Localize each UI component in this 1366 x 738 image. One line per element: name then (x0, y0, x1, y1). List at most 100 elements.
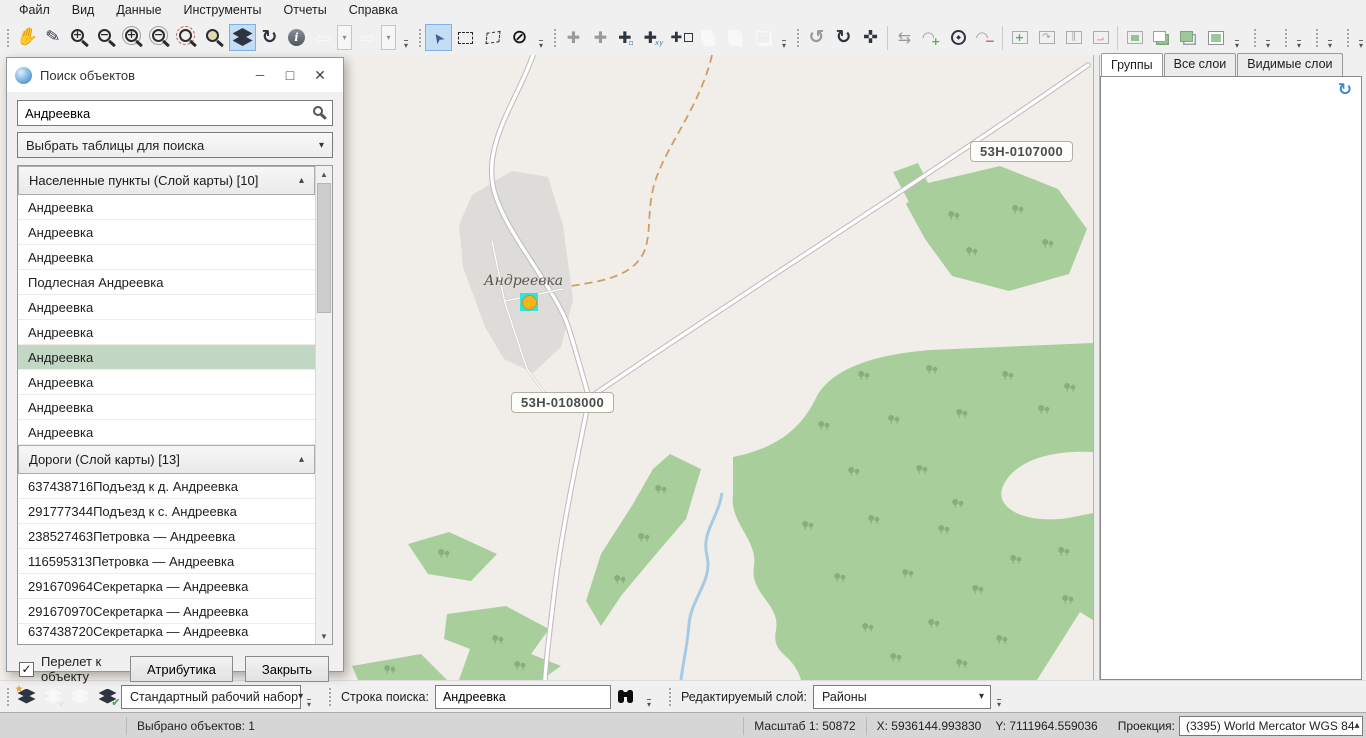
search-section-header[interactable]: Дороги (Слой карты) [13]▴ (18, 445, 315, 474)
search-result-item[interactable]: Андреевка (18, 345, 315, 370)
close-button[interactable]: Закрыть (245, 656, 329, 682)
search-result-item[interactable]: Андреевка (18, 395, 315, 420)
toolbar-grip[interactable] (795, 27, 800, 49)
search-result-item[interactable]: Андреевка (18, 195, 315, 220)
redo-button[interactable] (830, 24, 857, 51)
toolbar-overflow[interactable] (1355, 26, 1366, 50)
add-polygon-button[interactable] (614, 24, 641, 51)
tab-Все слои[interactable]: Все слои (1164, 53, 1237, 76)
panel-splitter[interactable] (1093, 55, 1100, 680)
add-arc-button[interactable] (918, 24, 945, 51)
menu-Отчеты[interactable]: Отчеты (272, 1, 337, 19)
collapsed-toolbar[interactable] (1280, 23, 1307, 53)
frame-flip-button[interactable] (1033, 24, 1060, 51)
toolbar-grip[interactable] (552, 27, 557, 49)
toolbar-grip[interactable] (417, 27, 422, 49)
zoom-selected-button[interactable] (175, 24, 202, 51)
close-window-button[interactable] (305, 63, 335, 87)
tables-select-combo[interactable]: Выбрать таблицы для поиска (17, 132, 333, 158)
search-icon[interactable] (313, 106, 323, 116)
selected-object-marker[interactable] (520, 293, 538, 311)
tab-Группы[interactable]: Группы (1101, 53, 1163, 76)
toolbar-overflow[interactable] (643, 685, 655, 709)
toolbar-overflow[interactable] (993, 685, 1005, 709)
frame-new-button[interactable] (1121, 24, 1148, 51)
refresh-layers-icon[interactable] (1338, 80, 1352, 100)
scroll-down-icon[interactable]: ▼ (316, 628, 332, 644)
zoom-out-button[interactable] (94, 24, 121, 51)
edit-layer-combo[interactable]: Районы (813, 685, 991, 709)
search-section-header[interactable]: Населенные пункты (Слой карты) [10]▴ (18, 166, 315, 195)
select-polygon-button[interactable] (479, 24, 506, 51)
maximize-button[interactable] (275, 63, 305, 87)
search-result-item[interactable]: Андреевка (18, 320, 315, 345)
search-result-item[interactable]: 238527463Петровка — Андреевка (18, 524, 315, 549)
fly-to-object-checkbox[interactable] (19, 662, 34, 677)
attributes-button[interactable]: Атрибутика (130, 656, 233, 682)
collapsed-toolbar[interactable] (1342, 23, 1366, 53)
search-result-item[interactable]: 637438720Секретарка — Андреевка (18, 624, 315, 638)
add-frame-button[interactable] (668, 24, 695, 51)
menu-Файл[interactable]: Файл (8, 1, 61, 19)
tab-Видимые слои[interactable]: Видимые слои (1237, 53, 1342, 76)
workset-combo[interactable]: Стандартный рабочий набор (121, 685, 301, 709)
menu-Справка[interactable]: Справка (338, 1, 409, 19)
rotate-object-button[interactable] (945, 24, 972, 51)
bring-front-button[interactable] (1148, 24, 1175, 51)
quick-search-input[interactable] (435, 685, 611, 709)
pan-tool-button[interactable] (13, 24, 40, 51)
projection-combo[interactable]: (3395) World Mercator WGS 84 (1179, 716, 1363, 736)
toolbar-overflow[interactable] (535, 26, 547, 50)
window-title-bar[interactable]: Поиск объектов (7, 58, 343, 92)
toolbar-grip[interactable] (5, 27, 10, 49)
object-info-button[interactable] (283, 24, 310, 51)
frame-split-button[interactable] (1060, 24, 1087, 51)
search-result-item[interactable]: 637438716Подъезд к д. Андреевка (18, 474, 315, 499)
clear-selection-button[interactable] (506, 24, 533, 51)
menu-Данные[interactable]: Данные (105, 1, 172, 19)
remove-arc-button[interactable] (972, 24, 999, 51)
toolbar-grip[interactable] (1314, 27, 1319, 49)
toolbar-grip[interactable] (1252, 27, 1257, 49)
toolbar-overflow[interactable] (1262, 26, 1274, 50)
menu-Инструменты[interactable]: Инструменты (173, 1, 273, 19)
zoom-previous-button[interactable] (202, 24, 229, 51)
search-result-item[interactable]: Андреевка (18, 245, 315, 270)
search-result-item[interactable]: 116595313Петровка — Андреевка (18, 549, 315, 574)
frame-zoom-button[interactable] (1006, 24, 1033, 51)
toolbar-grip[interactable] (1345, 27, 1350, 49)
toolbar-overflow[interactable] (778, 26, 790, 50)
toolbar-overflow[interactable] (1231, 26, 1243, 50)
add-point-xy-button[interactable] (641, 24, 668, 51)
scroll-up-icon[interactable]: ▲ (316, 166, 332, 182)
toolbar-grip[interactable] (5, 686, 10, 708)
toolbar-overflow[interactable] (400, 26, 412, 50)
toolbar-overflow[interactable] (1293, 26, 1305, 50)
toolbar-grip[interactable] (1283, 27, 1288, 49)
workset-apply-button[interactable] (94, 683, 121, 710)
frame-route-button[interactable] (1087, 24, 1114, 51)
menu-Вид[interactable]: Вид (61, 1, 106, 19)
layers-visibility-button[interactable] (229, 24, 256, 51)
collapsed-toolbar[interactable] (1311, 23, 1338, 53)
toolbar-grip[interactable] (667, 686, 672, 708)
send-back-button[interactable] (1175, 24, 1202, 51)
toolbar-overflow[interactable] (303, 685, 315, 709)
select-rect-button[interactable] (452, 24, 479, 51)
search-result-item[interactable]: Андреевка (18, 370, 315, 395)
list-scrollbar[interactable]: ▲ ▼ (315, 166, 332, 644)
search-result-item[interactable]: Подлесная Андреевка (18, 270, 315, 295)
search-input[interactable] (17, 100, 333, 126)
toolbar-grip[interactable] (327, 686, 332, 708)
search-result-item[interactable]: 291670964Секретарка — Андреевка (18, 574, 315, 599)
scrollbar-thumb[interactable] (317, 183, 331, 313)
toolbar-overflow[interactable] (1324, 26, 1336, 50)
collapsed-toolbar[interactable] (1249, 23, 1276, 53)
search-result-item[interactable]: Андреевка (18, 220, 315, 245)
minimize-button[interactable] (245, 63, 275, 87)
search-result-item[interactable]: 291777344Подъезд к с. Андреевка (18, 499, 315, 524)
select-object-button[interactable] (425, 24, 452, 51)
search-result-item[interactable]: 291670970Секретарка — Андреевка (18, 599, 315, 624)
measure-tool-button[interactable] (40, 24, 67, 51)
move-object-button[interactable] (857, 24, 884, 51)
